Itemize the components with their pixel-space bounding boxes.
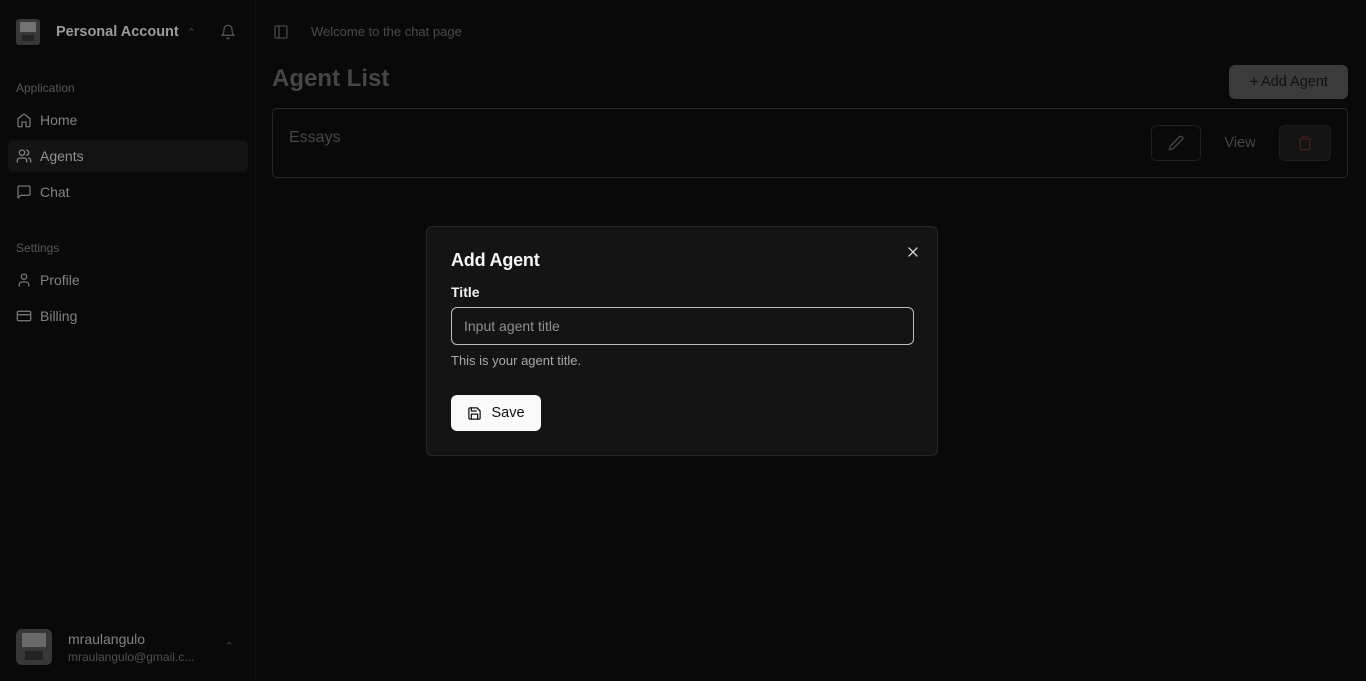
app-root: Personal Account ⌃ Application Home Agen… xyxy=(0,0,1366,681)
save-icon xyxy=(468,406,482,420)
save-label: Save xyxy=(491,405,525,421)
dialog-title: Add Agent xyxy=(451,250,540,270)
add-agent-dialog: Add Agent Title This is your agent title… xyxy=(426,226,938,456)
agent-title-input[interactable] xyxy=(451,307,914,345)
close-icon[interactable] xyxy=(905,244,921,260)
title-field-description: This is your agent title. xyxy=(451,353,582,368)
title-field-label: Title xyxy=(451,284,480,300)
save-button[interactable]: Save xyxy=(451,395,541,431)
